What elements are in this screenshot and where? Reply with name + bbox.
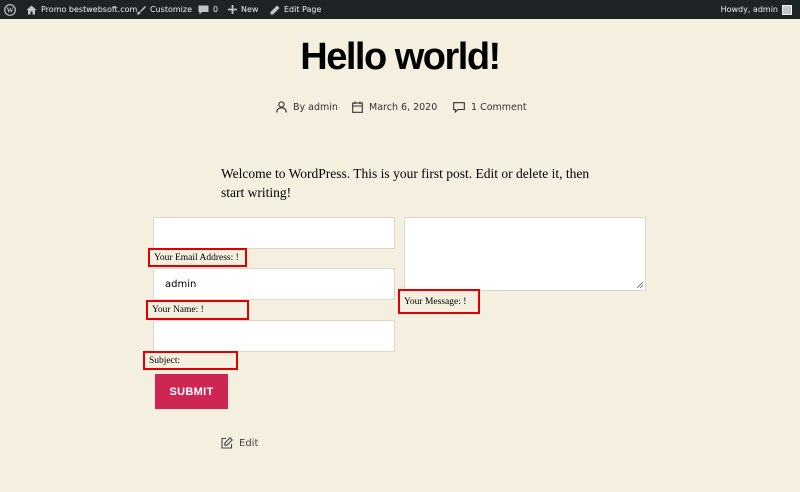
post-author[interactable]: By admin xyxy=(276,99,338,115)
subject-field-wrapper xyxy=(153,320,395,352)
name-field-wrapper xyxy=(153,268,395,300)
person-icon xyxy=(276,101,287,113)
page-title: Hello world! xyxy=(300,36,501,78)
edit-label: Edit xyxy=(239,437,259,449)
post-date-label: March 6, 2020 xyxy=(369,101,438,113)
post-author-label: By admin xyxy=(293,101,338,113)
admin-bar: W Promo bestwebsoft.com Customize 0 New … xyxy=(0,0,800,19)
svg-text:W: W xyxy=(7,6,14,14)
adminbar-new[interactable]: New xyxy=(228,0,258,19)
email-field[interactable] xyxy=(154,218,394,248)
resize-grip-icon[interactable] xyxy=(637,282,643,288)
name-label: Your Name: ! xyxy=(146,300,249,320)
new-label: New xyxy=(241,5,259,14)
comment-icon xyxy=(453,101,465,113)
edit-post-link[interactable]: Edit xyxy=(221,436,258,450)
site-name: Promo bestwebsoft.com xyxy=(41,5,138,14)
submit-button[interactable]: SUBMIT xyxy=(155,374,228,409)
adminbar-customize[interactable]: Customize xyxy=(136,0,192,19)
edit-page-label: Edit Page xyxy=(284,5,322,14)
message-field-wrapper xyxy=(404,217,646,291)
comment-bubble-icon xyxy=(198,5,209,14)
message-field[interactable] xyxy=(405,218,645,290)
adminbar-my-account[interactable]: Howdy, admin xyxy=(721,0,792,19)
brush-icon xyxy=(136,5,146,15)
subject-field[interactable] xyxy=(154,321,394,351)
post-date[interactable]: March 6, 2020 xyxy=(352,99,437,115)
pencil-icon xyxy=(270,5,280,14)
subject-label: Subject: xyxy=(143,351,238,370)
post-comments-link[interactable]: 1 Comment xyxy=(453,99,527,115)
calendar-icon xyxy=(352,101,363,113)
name-field[interactable] xyxy=(154,269,394,299)
email-label: Your Email Address: ! xyxy=(148,248,247,267)
adminbar-edit-page[interactable]: Edit Page xyxy=(270,0,321,19)
wordpress-logo-icon[interactable]: W xyxy=(4,0,16,19)
howdy-label: Howdy, admin xyxy=(720,5,778,14)
email-field-wrapper xyxy=(153,217,395,249)
post-comments-label: 1 Comment xyxy=(471,101,527,113)
message-label: Your Message: ! xyxy=(398,289,480,314)
edit-icon xyxy=(221,437,233,449)
plus-icon xyxy=(228,5,237,14)
adminbar-site-link[interactable]: Promo bestwebsoft.com xyxy=(26,0,137,19)
avatar xyxy=(782,4,792,15)
adminbar-comments[interactable]: 0 xyxy=(198,0,218,19)
house-icon xyxy=(26,5,37,14)
comments-count: 0 xyxy=(213,5,219,14)
post-content: Welcome to WordPress. This is your first… xyxy=(221,166,590,200)
customize-label: Customize xyxy=(150,5,192,14)
